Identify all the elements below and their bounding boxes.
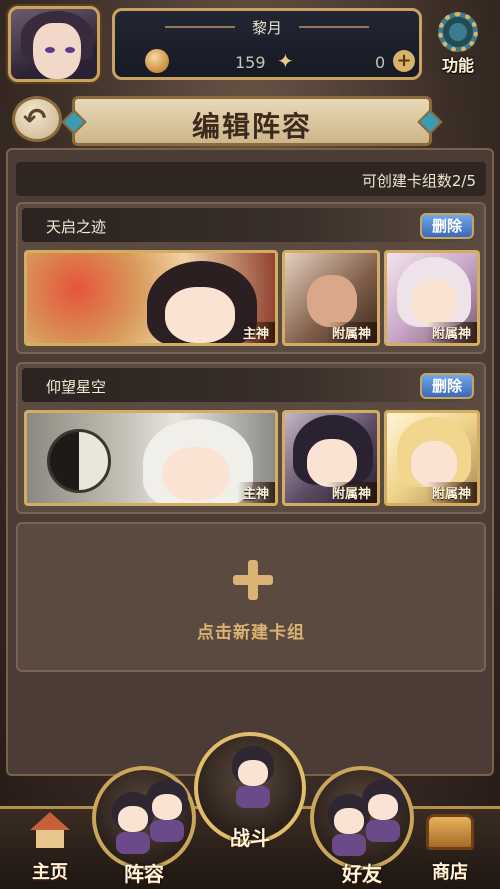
nav-home[interactable]: 主页 bbox=[12, 808, 88, 888]
chibi-body bbox=[236, 786, 270, 808]
house-roof bbox=[30, 812, 70, 830]
delete-deck-button[interactable]: 删除 bbox=[420, 213, 474, 239]
main-god-card[interactable]: 主神 bbox=[24, 410, 278, 506]
card-role-label: 附属神 bbox=[425, 482, 477, 503]
deck-header: 天启之迹 删除 bbox=[22, 208, 480, 242]
nav-friends[interactable]: 好友 bbox=[306, 760, 418, 886]
deck-list-panel: 可创建卡组数2/5 天启之迹 删除 主神 附属神 附属神 仰望星空 删除 主神 … bbox=[6, 148, 494, 776]
card-role-label: 附属神 bbox=[425, 322, 477, 343]
nav-lineup-label: 阵容 bbox=[124, 862, 164, 886]
nav-lineup[interactable]: 阵容 bbox=[88, 760, 200, 886]
lineup-button-frame bbox=[92, 766, 196, 870]
house-wall bbox=[36, 830, 64, 848]
gem-count: 0 bbox=[375, 53, 386, 72]
house-icon bbox=[30, 812, 70, 848]
chibi-face bbox=[152, 794, 182, 820]
treasure-chest-icon bbox=[426, 814, 474, 850]
nav-shop[interactable]: 商店 bbox=[412, 808, 488, 888]
card-role-label: 附属神 bbox=[325, 322, 377, 343]
card-role-label: 主神 bbox=[236, 322, 275, 343]
sub-god-card[interactable]: 附属神 bbox=[384, 410, 480, 506]
sub-god-card[interactable]: 附属神 bbox=[384, 250, 480, 346]
divider bbox=[299, 26, 369, 28]
card-art bbox=[411, 441, 457, 487]
deck-name: 天启之迹 bbox=[46, 218, 107, 236]
player-avatar[interactable] bbox=[8, 6, 100, 82]
sub-god-card[interactable]: 附属神 bbox=[282, 410, 380, 506]
coin-count: 159 bbox=[235, 53, 266, 72]
card-art bbox=[163, 447, 229, 501]
deck-name: 仰望星空 bbox=[46, 378, 107, 396]
create-deck-button[interactable]: 点击新建卡组 bbox=[16, 522, 486, 672]
player-info-panel: 黎月 159 ✦ 0 + bbox=[112, 8, 422, 80]
chibi-character-icon bbox=[356, 780, 410, 842]
card-role-label: 附属神 bbox=[325, 482, 377, 503]
currency-row: 159 ✦ 0 + bbox=[125, 49, 415, 75]
top-status-bar: 黎月 159 ✦ 0 + 功能 bbox=[0, 0, 500, 88]
deck-count: 可创建卡组数2/5 bbox=[361, 172, 476, 190]
nav-battle[interactable]: 战斗 bbox=[192, 726, 308, 856]
delete-deck-button[interactable]: 删除 bbox=[420, 373, 474, 399]
function-menu-button[interactable]: 功能 bbox=[424, 12, 492, 78]
avatar-eye bbox=[45, 47, 55, 53]
sub-god-card[interactable]: 附属神 bbox=[282, 250, 380, 346]
add-currency-button[interactable]: + bbox=[393, 50, 415, 72]
card-art bbox=[165, 287, 235, 343]
nav-friends-label: 好友 bbox=[342, 862, 382, 886]
chibi-face bbox=[238, 760, 268, 786]
plus-icon bbox=[233, 560, 273, 600]
function-label: 功能 bbox=[441, 56, 474, 75]
deck-header: 仰望星空 删除 bbox=[22, 368, 480, 402]
coin-icon bbox=[145, 49, 169, 73]
back-arrow-icon: ↶ bbox=[23, 102, 47, 135]
deck-item[interactable]: 仰望星空 删除 主神 附属神 附属神 bbox=[16, 362, 486, 514]
card-art bbox=[411, 279, 457, 325]
back-button[interactable]: ↶ bbox=[12, 96, 62, 142]
nav-battle-label: 战斗 bbox=[230, 826, 270, 850]
page-title: 编辑阵容 bbox=[191, 110, 312, 143]
chibi-character-icon bbox=[226, 746, 280, 808]
avatar-eye bbox=[65, 47, 75, 53]
create-deck-label: 点击新建卡组 bbox=[197, 623, 305, 643]
butterfly-icon: ✦ bbox=[277, 49, 294, 73]
deck-count-bar: 可创建卡组数2/5 bbox=[16, 162, 486, 196]
card-art bbox=[307, 275, 357, 327]
nav-home-label: 主页 bbox=[32, 862, 68, 883]
gear-icon bbox=[438, 12, 478, 52]
main-god-card[interactable]: 主神 bbox=[24, 250, 278, 346]
chibi-character-icon bbox=[140, 780, 194, 842]
nav-shop-label: 商店 bbox=[432, 862, 468, 883]
card-role-label: 主神 bbox=[236, 482, 275, 503]
card-art bbox=[307, 439, 357, 487]
title-banner: 编辑阵容 bbox=[72, 96, 432, 146]
player-name: 黎月 bbox=[251, 19, 282, 37]
deck-item[interactable]: 天启之迹 删除 主神 附属神 附属神 bbox=[16, 202, 486, 354]
chibi-face bbox=[368, 794, 398, 820]
bottom-navigation: 主页 阵容 战斗 好友 商店 bbox=[0, 720, 500, 889]
chibi-body bbox=[366, 820, 400, 842]
yin-yang-icon bbox=[47, 429, 111, 493]
chibi-body bbox=[150, 820, 184, 842]
friends-button-frame bbox=[310, 766, 414, 870]
